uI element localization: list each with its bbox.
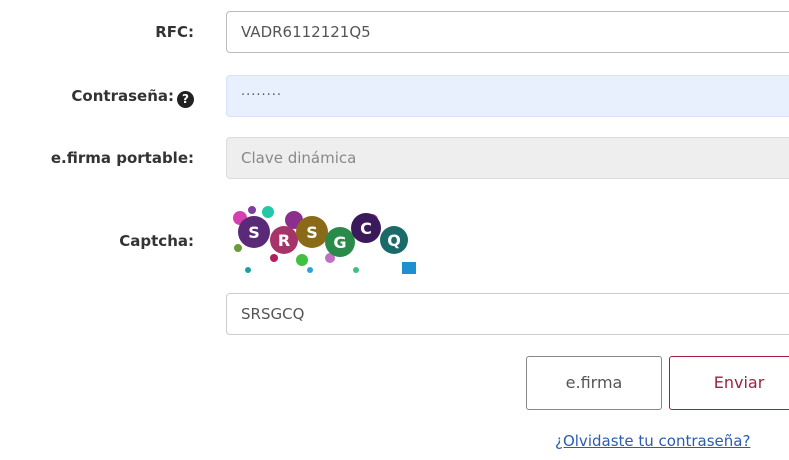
rfc-label: RFC: <box>155 23 194 41</box>
captcha-image: S R S G C Q <box>233 206 416 274</box>
captcha-letter: G <box>333 233 346 252</box>
password-label-text: Contraseña: <box>71 87 174 105</box>
password-label: Contraseña:? <box>71 86 194 108</box>
password-input[interactable]: ········ <box>226 75 789 117</box>
forgot-password-link[interactable]: ¿Olvidaste tu contraseña? <box>555 432 750 450</box>
send-button[interactable]: Enviar <box>669 356 789 410</box>
captcha-label: Captcha: <box>119 232 194 250</box>
portable-label: e.firma portable: <box>50 149 194 167</box>
captcha-input[interactable]: SRSGCQ <box>226 293 789 335</box>
captcha-letter: S <box>248 223 260 242</box>
captcha-letter: C <box>360 219 372 238</box>
dynamic-key-input[interactable]: Clave dinámica <box>226 137 789 179</box>
captcha-letter: R <box>278 231 290 250</box>
rfc-input[interactable]: VADR6112121Q5 <box>226 11 789 53</box>
captcha-letter: Q <box>387 231 401 250</box>
captcha-letter: S <box>306 223 318 242</box>
question-circle-icon[interactable]: ? <box>177 91 194 108</box>
efirma-button[interactable]: e.firma <box>526 356 662 410</box>
